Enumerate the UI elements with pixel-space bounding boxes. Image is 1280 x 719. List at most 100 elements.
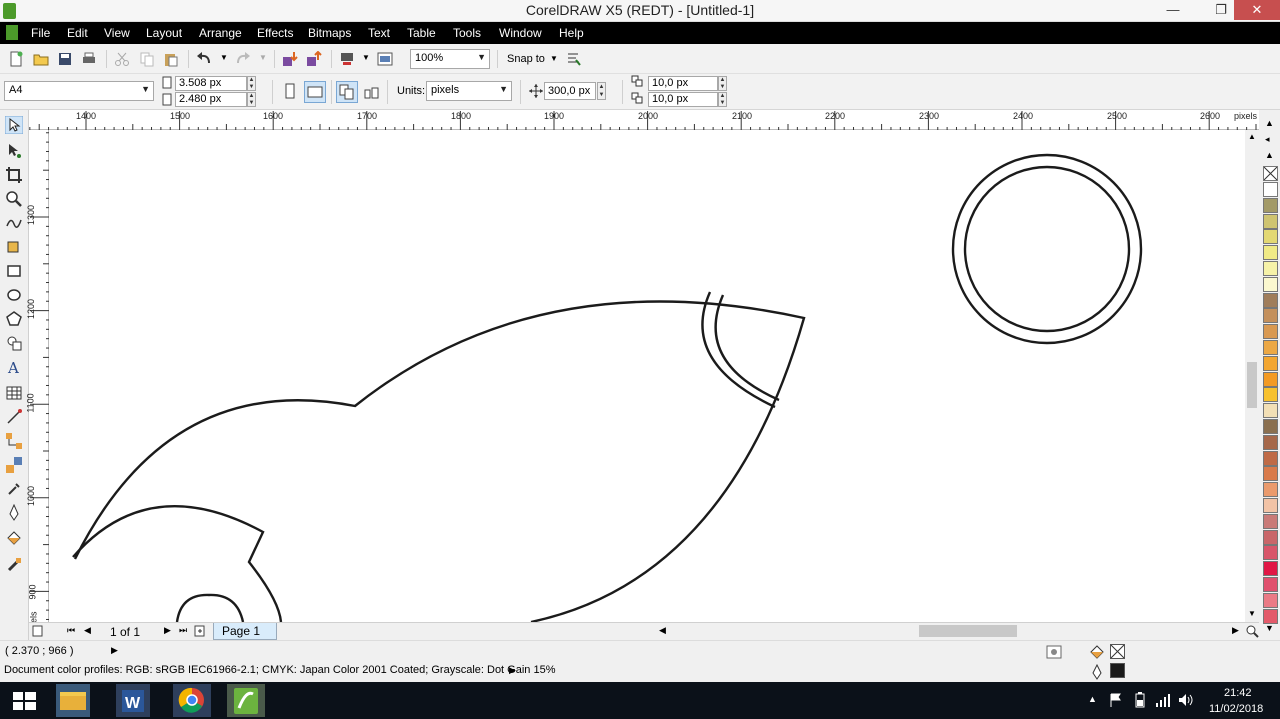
palette-swatch[interactable] <box>1263 213 1278 229</box>
drawing-canvas[interactable] <box>49 130 1245 622</box>
page-height-spinner-icon[interactable]: ▲ ▼ <box>247 92 256 107</box>
palette-swatch[interactable] <box>1263 466 1278 482</box>
redo-icon[interactable] <box>235 51 251 67</box>
clock-date[interactable]: 11/02/2018 <box>1209 703 1263 715</box>
palette-swatch[interactable] <box>1263 608 1278 624</box>
duplicate-x-spinner-icon[interactable]: ▲ ▼ <box>718 76 727 91</box>
import-icon[interactable] <box>282 51 298 67</box>
palette-swatch[interactable] <box>1263 498 1278 513</box>
palette-swatch[interactable] <box>1263 482 1278 498</box>
rocket-body-shape[interactable] <box>73 300 806 622</box>
clock-time[interactable]: 21:42 <box>1224 687 1252 699</box>
eyedropper-tool-icon[interactable] <box>5 480 23 498</box>
hscroll-left-arrow-icon[interactable]: ◀ <box>659 625 666 636</box>
palette-swatch[interactable] <box>1263 229 1278 245</box>
ellipse-tool-icon[interactable] <box>5 286 23 304</box>
nudge-distance-spinner-icon[interactable]: ▲ ▼ <box>597 82 606 100</box>
vertical-scrollbar-thumb[interactable] <box>1247 362 1257 408</box>
pick-tool-icon[interactable] <box>5 116 23 134</box>
palette-swatch[interactable] <box>1263 371 1278 387</box>
welcome-screen-icon[interactable] <box>377 51 393 67</box>
palette-swatch[interactable] <box>1263 577 1278 592</box>
fill-tool-icon[interactable] <box>5 530 23 548</box>
coreldraw-taskbar-icon[interactable] <box>221 682 271 719</box>
interactive-effects-tool-icon[interactable] <box>5 456 23 474</box>
file-explorer-icon[interactable] <box>48 682 98 719</box>
shape-tool-icon[interactable] <box>5 142 23 160</box>
all-pages-icon[interactable] <box>336 81 358 103</box>
hscroll-right-arrow-icon[interactable]: ▶ <box>1232 625 1239 636</box>
menu-bitmaps[interactable]: Bitmaps <box>308 26 351 40</box>
smart-fill-tool-icon[interactable] <box>5 238 23 256</box>
menu-text[interactable]: Text <box>368 26 390 40</box>
outline-pen-indicator-icon[interactable] <box>1089 664 1105 680</box>
last-page-icon[interactable]: ⏭ <box>179 625 187 636</box>
units-dropdown-arrow-icon[interactable]: ▼ <box>499 84 508 94</box>
snap-to-dropdown-arrow-icon[interactable]: ▼ <box>550 54 558 63</box>
menu-window[interactable]: Window <box>499 26 542 40</box>
menu-file[interactable]: File <box>31 26 50 40</box>
palette-swatch[interactable] <box>1263 197 1278 213</box>
freehand-tool-icon[interactable] <box>5 214 23 232</box>
zoom-tool-icon[interactable] <box>5 190 23 208</box>
first-page-icon[interactable]: ⏮ <box>67 625 75 636</box>
battery-icon[interactable] <box>1132 692 1148 708</box>
rocket-porthole-arc[interactable] <box>175 593 245 622</box>
palette-flyout-icon[interactable]: ◂ <box>1265 134 1270 145</box>
vertical-scrollbar[interactable]: ▲ ▼ <box>1245 130 1259 622</box>
windows-start-icon[interactable] <box>0 682 50 719</box>
launcher-dropdown-arrow-icon[interactable]: ▼ <box>362 53 370 62</box>
add-page-before-icon[interactable] <box>31 624 45 638</box>
document-color-profiles[interactable]: Document color profiles: RGB: sRGB IEC61… <box>4 664 555 676</box>
palette-swatch[interactable] <box>1263 261 1278 276</box>
scroll-down-arrow-icon[interactable]: ▼ <box>1248 609 1256 618</box>
page-tab-1[interactable]: Page 1 <box>213 623 277 640</box>
units-combo[interactable]: pixels ▼ <box>426 81 512 101</box>
quick-zoom-icon[interactable] <box>1245 624 1259 638</box>
cut-icon[interactable] <box>114 51 130 67</box>
connector-tool-icon[interactable] <box>5 432 23 450</box>
page-height-input[interactable]: 2.480 px <box>175 92 247 107</box>
network-signal-icon[interactable] <box>1155 692 1171 708</box>
menu-layout[interactable]: Layout <box>146 26 182 40</box>
palette-swatch[interactable] <box>1263 387 1278 403</box>
options-icon[interactable] <box>566 51 582 67</box>
outline-pen-tool-icon[interactable] <box>5 504 23 522</box>
document-icon[interactable] <box>6 25 18 40</box>
menu-tools[interactable]: Tools <box>453 26 481 40</box>
table-tool-icon[interactable] <box>5 384 23 402</box>
close-button[interactable]: ✕ <box>1234 0 1280 20</box>
palette-swatch[interactable] <box>1263 292 1278 308</box>
undo-dropdown-arrow-icon[interactable]: ▼ <box>220 53 228 62</box>
maximize-button[interactable]: ❐ <box>1206 0 1236 20</box>
palette-swatch[interactable] <box>1263 513 1278 529</box>
redo-dropdown-arrow-icon[interactable]: ▼ <box>259 53 267 62</box>
palette-swatch[interactable] <box>1263 419 1278 434</box>
menu-view[interactable]: View <box>104 26 130 40</box>
object-info-icon[interactable] <box>1046 644 1062 660</box>
menu-table[interactable]: Table <box>407 26 436 40</box>
palette-swatch[interactable] <box>1263 529 1278 545</box>
palette-scroll-arrow-icon[interactable]: ▲ <box>1265 150 1274 160</box>
minimize-button[interactable]: — <box>1158 0 1188 20</box>
portrait-orientation-icon[interactable] <box>282 83 298 99</box>
next-page-icon[interactable]: ▶ <box>164 625 171 636</box>
save-icon[interactable] <box>57 51 73 67</box>
palette-swatch[interactable] <box>1263 592 1278 608</box>
snap-to-button[interactable]: Snap to <box>507 53 545 65</box>
duplicate-y-spinner-icon[interactable]: ▲ ▼ <box>718 92 727 107</box>
palette-swatch[interactable] <box>1263 355 1278 371</box>
nudge-distance-input[interactable]: 300,0 px <box>544 82 596 100</box>
no-color-swatch[interactable] <box>1263 166 1278 181</box>
menu-effects[interactable]: Effects <box>257 26 293 40</box>
previous-page-icon[interactable]: ◀ <box>84 625 91 636</box>
page-size-dropdown-arrow-icon[interactable]: ▼ <box>141 84 150 94</box>
copy-icon[interactable] <box>139 51 155 67</box>
tray-expand-icon[interactable]: ▲ <box>1088 694 1097 704</box>
export-icon[interactable] <box>306 51 322 67</box>
scroll-up-arrow-icon[interactable]: ▲ <box>1248 132 1256 141</box>
palette-swatch[interactable] <box>1263 340 1278 355</box>
dimension-tool-icon[interactable] <box>5 408 23 426</box>
palette-scroll-down-icon[interactable]: ▼ <box>1265 623 1274 633</box>
action-center-flag-icon[interactable] <box>1108 692 1124 708</box>
